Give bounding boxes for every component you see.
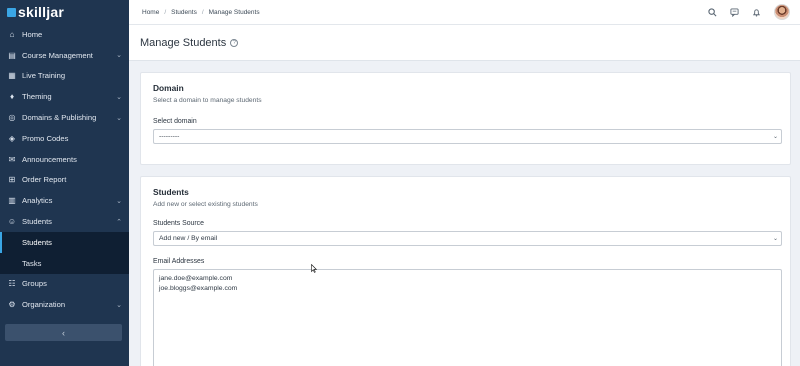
chevron-down-icon: ⌄ <box>772 134 778 140</box>
mouse-cursor-icon <box>311 264 317 273</box>
chevron-down-icon: ⌄ <box>116 301 122 309</box>
chevron-down-icon: ⌄ <box>116 114 122 122</box>
top-bar: Home / Students / Manage Students <box>129 0 800 25</box>
sidebar-item-groups[interactable]: ☷ Groups <box>0 274 129 295</box>
students-source-value: Add new / By email <box>159 235 218 242</box>
breadcrumb-separator: / <box>164 8 167 16</box>
domain-card-subtitle: Select a domain to manage students <box>153 97 262 104</box>
top-actions <box>706 4 790 20</box>
brand-name: skilljar <box>18 4 64 20</box>
sidebar-item-announcements[interactable]: ✉ Announcements <box>0 149 129 170</box>
bell-icon[interactable] <box>750 6 762 18</box>
sidebar: skilljar ⌂ Home ▤ Course Management ⌄ ▦ … <box>0 0 129 366</box>
tag-icon: ◈ <box>8 133 16 143</box>
breadcrumb-current: Manage Students <box>208 8 260 16</box>
chevron-left-icon: ‹ <box>62 327 65 338</box>
sidebar-item-label: Announcements <box>22 154 77 164</box>
students-source-dropdown[interactable]: Add new / By email ⌄ <box>153 231 782 246</box>
sidebar-item-label: Theming <box>22 92 52 102</box>
select-domain-value: --------- <box>159 133 180 140</box>
students-card-title: Students <box>153 187 189 197</box>
globe-icon: ◎ <box>8 113 16 123</box>
sidebar-item-label: Order Report <box>22 175 67 185</box>
user-icon: ☺ <box>7 217 17 227</box>
sidebar-item-label: Domains & Publishing <box>22 113 97 123</box>
email-addresses-textarea[interactable]: jane.doe@example.com joe.bloggs@example.… <box>153 269 782 366</box>
email-line: jane.doe@example.com <box>159 275 233 282</box>
sidebar-item-course-management[interactable]: ▤ Course Management ⌄ <box>0 45 129 66</box>
gear-icon: ⚙ <box>8 300 16 310</box>
select-domain-label: Select domain <box>153 118 197 125</box>
chevron-down-icon: ⌄ <box>116 52 122 60</box>
sidebar-item-live-training[interactable]: ▦ Live Training <box>0 66 129 87</box>
chevron-down-icon: ⌄ <box>772 236 778 242</box>
breadcrumb-home[interactable]: Home <box>142 9 159 16</box>
chart-icon: ▥ <box>8 196 16 206</box>
students-source-label: Students Source <box>153 220 204 227</box>
students-card: Students Add new or select existing stud… <box>140 176 791 366</box>
students-card-subtitle: Add new or select existing students <box>153 201 258 208</box>
breadcrumb-separator: / <box>201 8 204 16</box>
sidebar-item-home[interactable]: ⌂ Home <box>0 24 129 45</box>
sidebar-item-label: Course Management <box>22 50 93 60</box>
cart-icon: ⊞ <box>8 175 16 185</box>
breadcrumb: Home / Students / Manage Students <box>142 9 260 16</box>
sidebar-subitem-label: Students <box>22 237 52 247</box>
sidebar-item-promo-codes[interactable]: ◈ Promo Codes <box>0 128 129 149</box>
chevron-down-icon: ⌄ <box>116 197 122 205</box>
select-domain-dropdown[interactable]: --------- ⌄ <box>153 129 782 144</box>
help-icon[interactable]: ? <box>230 38 239 47</box>
sidebar-subitem-label: Tasks <box>22 258 42 268</box>
sidebar-item-label: Students <box>22 217 52 227</box>
sidebar-subitem-tasks[interactable]: Tasks <box>0 252 129 274</box>
sidebar-item-students[interactable]: ☺ Students ⌃ <box>0 211 129 232</box>
droplet-icon: ♦ <box>9 92 15 102</box>
sidebar-item-label: Analytics <box>22 196 53 206</box>
sidebar-item-organization[interactable]: ⚙ Organization ⌄ <box>0 294 129 315</box>
sidebar-item-order-report[interactable]: ⊞ Order Report <box>0 170 129 191</box>
email-line: joe.bloggs@example.com <box>159 285 238 292</box>
sidebar-item-label: Home <box>22 29 43 39</box>
sidebar-item-label: Groups <box>22 279 47 289</box>
chat-icon[interactable] <box>728 6 740 18</box>
search-icon[interactable] <box>706 6 718 18</box>
home-icon: ⌂ <box>9 29 15 39</box>
calendar-icon: ▦ <box>8 71 16 81</box>
logo-mark-icon <box>7 7 16 17</box>
sidebar-item-theming[interactable]: ♦ Theming ⌄ <box>0 86 129 107</box>
breadcrumb-students[interactable]: Students <box>171 9 197 16</box>
collapse-sidebar-button[interactable]: ‹ <box>5 324 122 341</box>
domain-card-title: Domain <box>153 83 184 93</box>
domain-card: Domain Select a domain to manage student… <box>140 72 791 165</box>
page-title: Manage Students <box>140 36 227 49</box>
sidebar-nav: ⌂ Home ▤ Course Management ⌄ ▦ Live Trai… <box>0 24 129 315</box>
mail-icon: ✉ <box>8 154 16 164</box>
brand-logo[interactable]: skilljar <box>0 0 129 24</box>
sidebar-item-label: Live Training <box>22 71 66 81</box>
chevron-down-icon: ⌄ <box>116 93 122 101</box>
chevron-up-icon: ⌃ <box>116 218 122 226</box>
email-addresses-label: Email Addresses <box>153 258 205 265</box>
sidebar-item-analytics[interactable]: ▥ Analytics ⌄ <box>0 190 129 211</box>
sidebar-item-label: Organization <box>22 300 66 310</box>
users-icon: ☷ <box>8 279 16 289</box>
book-icon: ▤ <box>8 50 16 60</box>
sidebar-subitem-students[interactable]: Students <box>0 231 129 253</box>
sidebar-item-label: Promo Codes <box>22 133 69 143</box>
avatar[interactable] <box>774 4 790 20</box>
sidebar-item-domains-publishing[interactable]: ◎ Domains & Publishing ⌄ <box>0 107 129 128</box>
page-header: Manage Students ? <box>129 25 800 61</box>
